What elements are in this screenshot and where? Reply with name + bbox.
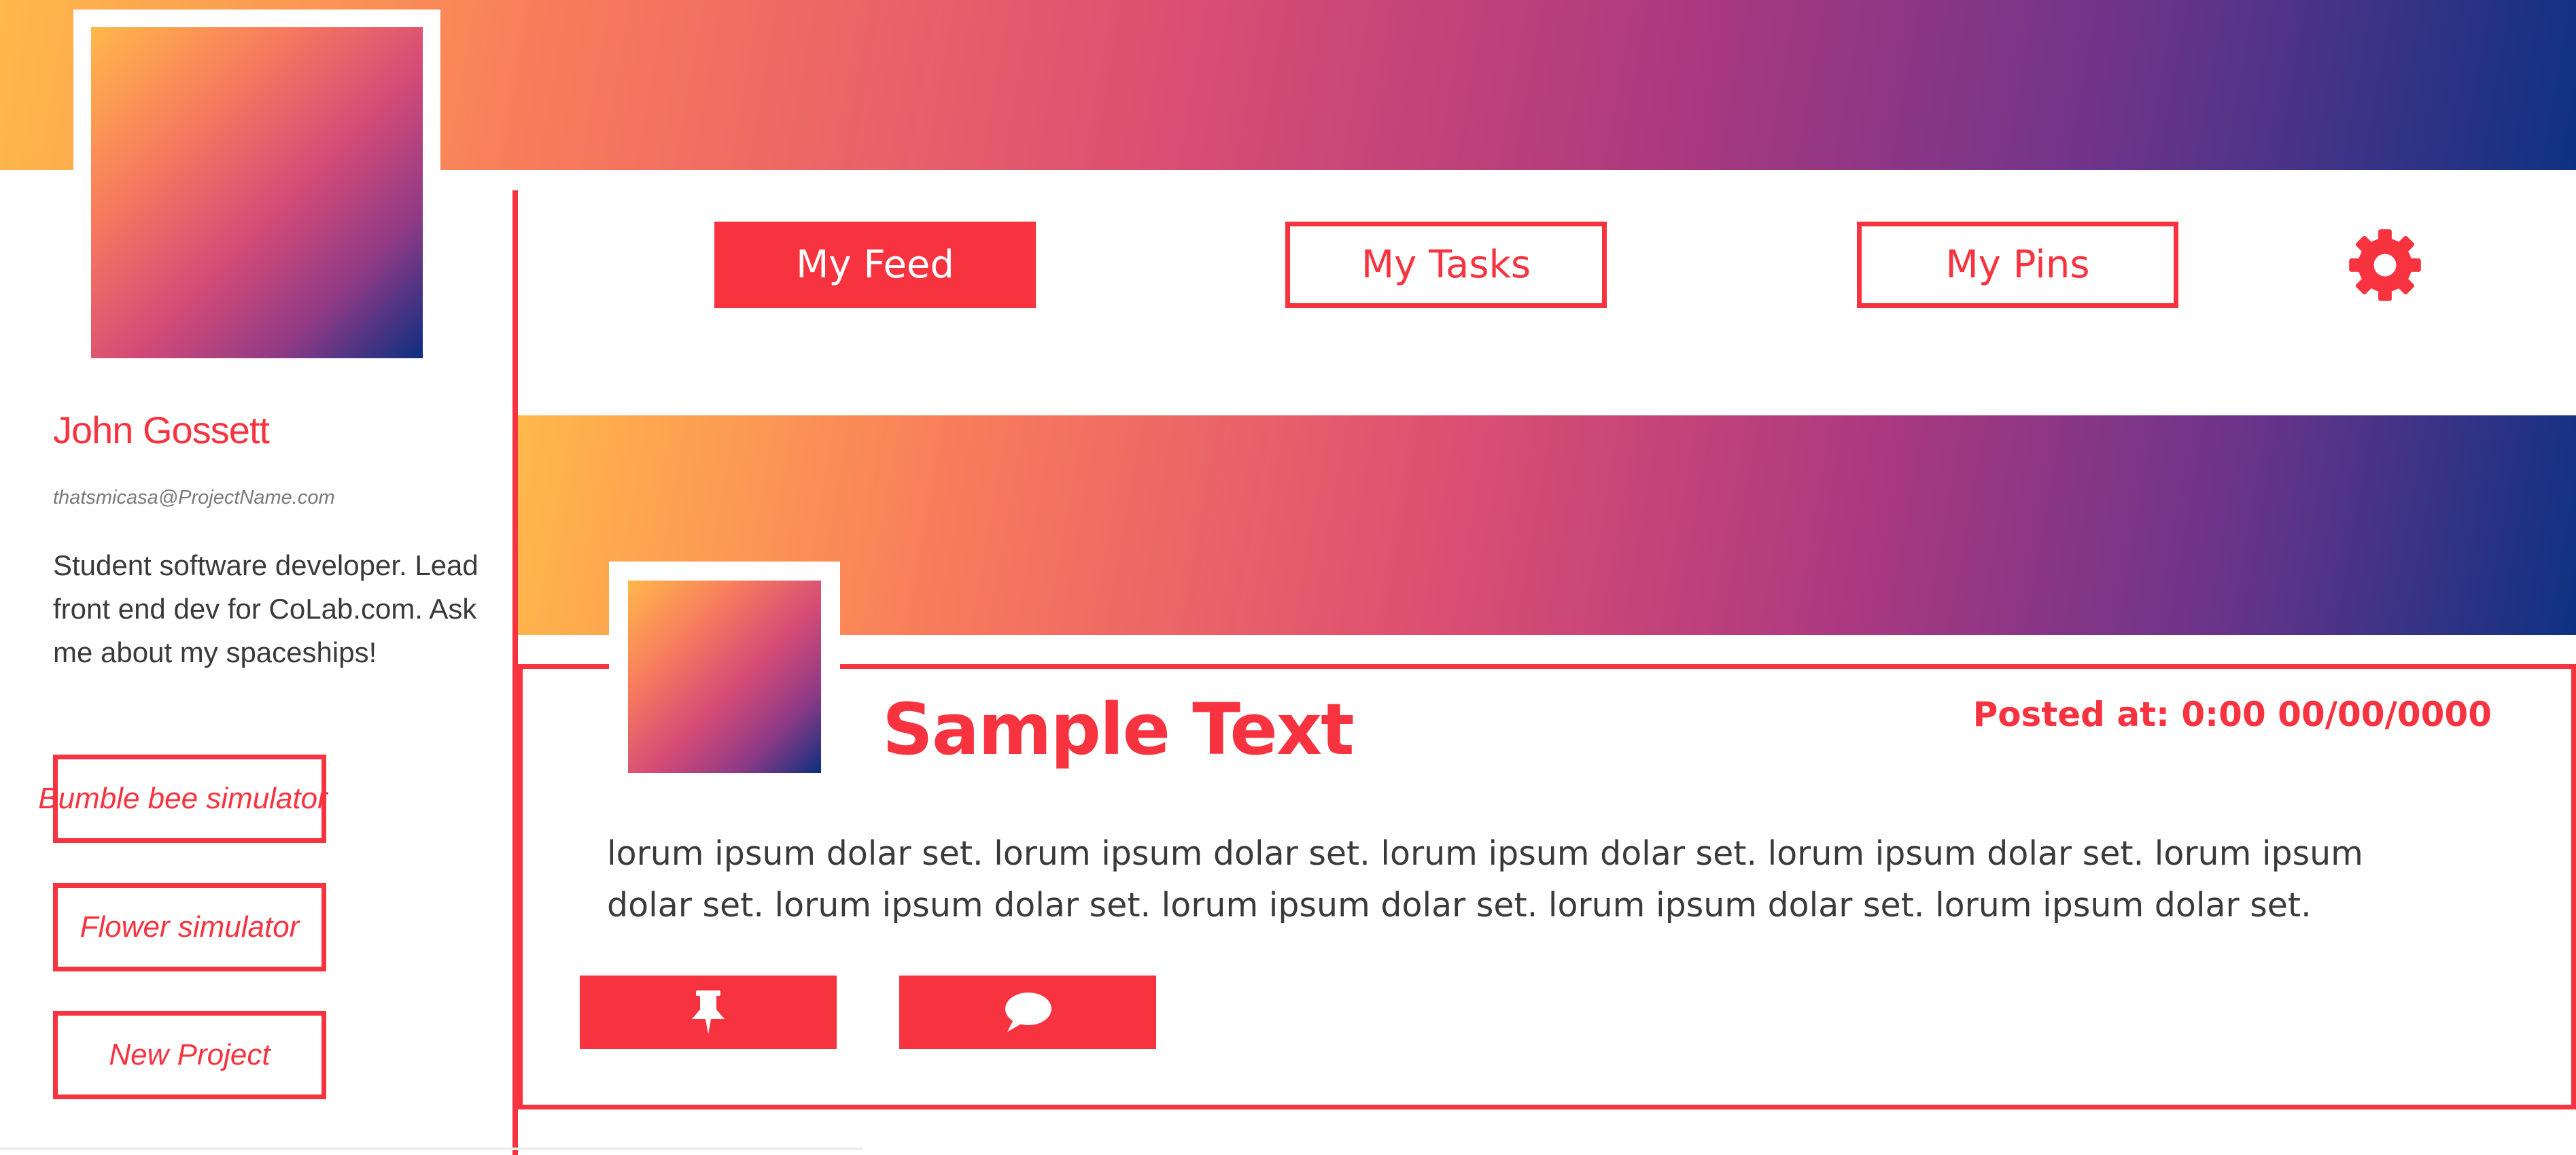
sidebar-divider	[512, 190, 518, 1155]
gear-icon[interactable]	[2348, 228, 2422, 303]
tab-label: My Pins	[1945, 243, 2090, 287]
profile-avatar[interactable]	[91, 27, 423, 358]
tab-my-pins[interactable]: My Pins	[1857, 222, 2178, 308]
post-timestamp: Posted at: 0:00 00/00/0000	[1972, 695, 2492, 734]
tab-label: My Tasks	[1361, 243, 1531, 287]
profile-name: John Gossett	[53, 409, 270, 451]
new-project-button[interactable]: New Project	[53, 1011, 326, 1099]
tab-my-feed[interactable]: My Feed	[714, 222, 1036, 308]
comment-icon	[1005, 993, 1051, 1032]
project-button-label: New Project	[109, 1038, 271, 1071]
post-title: Sample Text	[882, 688, 1355, 771]
tab-label: My Feed	[796, 243, 954, 287]
project-button-bumble-bee-simulator[interactable]: Bumble bee simulator	[38, 755, 328, 843]
profile-email: thatsmicasa@ProjectName.com	[53, 487, 335, 508]
project-button-label: Bumble bee simulator	[38, 782, 328, 815]
project-button-flower-simulator[interactable]: Flower simulator	[53, 883, 326, 971]
post-body: lorum ipsum dolar set. lorum ipsum dolar…	[607, 834, 2363, 925]
project-button-label: Flower simulator	[80, 910, 300, 944]
pin-button[interactable]	[580, 976, 837, 1049]
post-avatar[interactable]	[628, 581, 821, 773]
profile-bio: Student software developer. Lead front e…	[53, 549, 478, 668]
page-bottom-shadow	[0, 1148, 863, 1150]
comment-button[interactable]	[899, 976, 1156, 1049]
pushpin-icon	[692, 990, 725, 1034]
tab-my-tasks[interactable]: My Tasks	[1285, 222, 1607, 308]
